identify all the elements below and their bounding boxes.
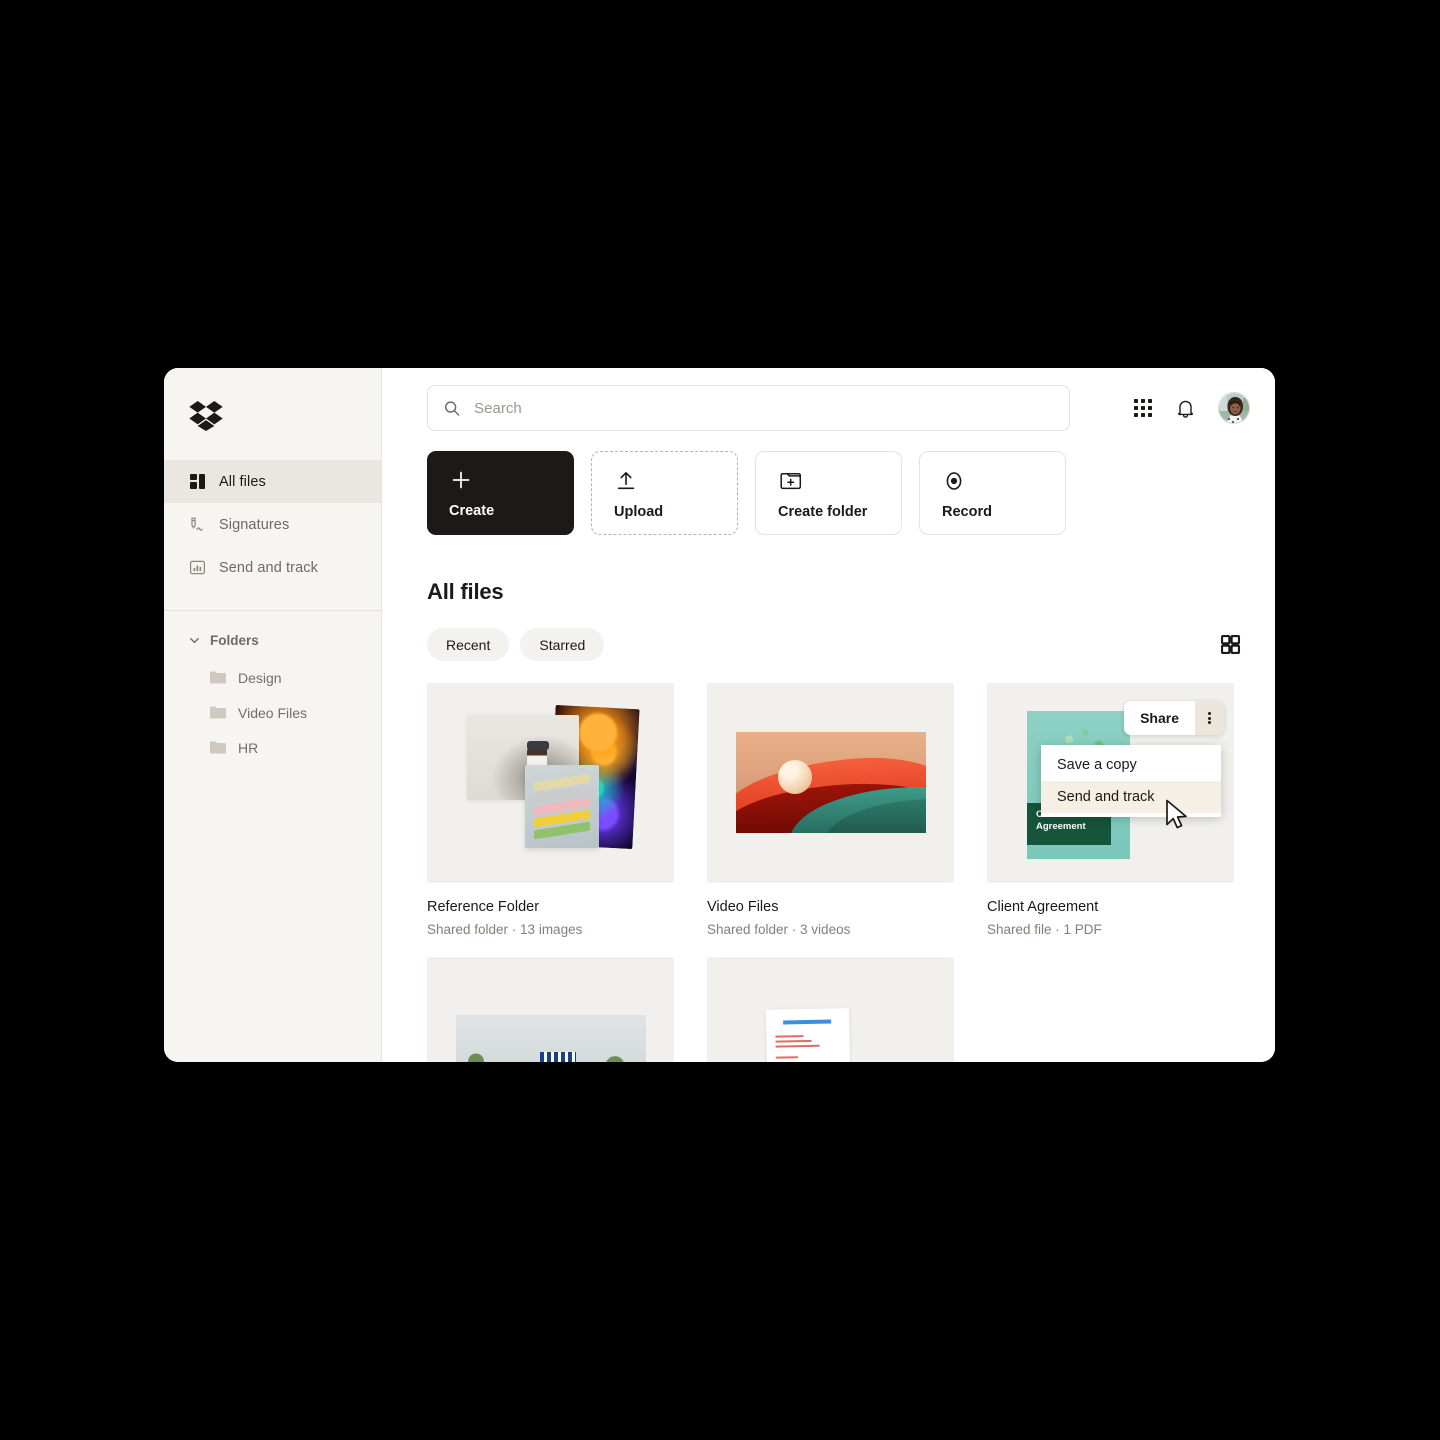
thumbnail-image-stack — [525, 765, 599, 848]
folder-item-label: HR — [238, 739, 259, 756]
folder-item-hr[interactable]: HR — [164, 730, 381, 765]
thumbnail-image-architecture — [456, 1015, 646, 1062]
folders-section-header[interactable]: Folders — [164, 611, 381, 648]
file-grid: Reference Folder Shared folder · 13 imag… — [382, 683, 1275, 1062]
record-circle-icon — [946, 472, 962, 490]
filter-chip-starred[interactable]: Starred — [520, 628, 605, 661]
quick-actions-row: Create Upload Create folder Record — [382, 451, 1275, 535]
send-and-track-chart-icon — [190, 560, 206, 575]
folder-icon — [210, 671, 226, 684]
record-button[interactable]: Record — [919, 451, 1066, 535]
thumbnail-image-abstract-wave — [736, 732, 926, 833]
file-card-document — [707, 957, 954, 1062]
filter-chip-recent[interactable]: Recent — [427, 628, 510, 661]
file-card-meta: Shared folder · 13 images — [427, 922, 583, 937]
folder-item-video-files[interactable]: Video Files — [164, 695, 381, 730]
create-folder-button[interactable]: Create folder — [755, 451, 902, 535]
chevron-down-icon — [190, 638, 199, 644]
sidebar: All files Signatures Send and track Fold… — [164, 368, 382, 1062]
search-icon — [444, 400, 460, 416]
filter-row: Recent Starred — [382, 628, 1275, 661]
record-button-label: Record — [942, 504, 992, 520]
file-card-name[interactable]: Reference Folder — [427, 899, 674, 915]
sidebar-nav: All files Signatures Send and track — [164, 460, 381, 589]
folder-item-design[interactable]: Design — [164, 660, 381, 695]
folder-item-label: Design — [238, 669, 282, 686]
create-folder-button-label: Create folder — [778, 504, 868, 520]
folders-section-title: Folders — [210, 633, 259, 648]
header-actions — [1133, 392, 1250, 424]
file-thumbnail[interactable]: Client Agreement Share — [987, 683, 1234, 883]
file-thumbnail[interactable] — [427, 957, 674, 1062]
folder-list: Design Video Files HR — [164, 660, 381, 765]
grid-view-icon[interactable] — [1221, 635, 1240, 654]
search-input[interactable] — [474, 399, 1053, 417]
bell-icon[interactable] — [1175, 398, 1196, 419]
search-box[interactable] — [427, 385, 1070, 431]
file-card-meta: Shared folder · 3 videos — [707, 922, 851, 937]
grid-apps-icon[interactable] — [1133, 398, 1153, 418]
menu-item-send-and-track[interactable]: Send and track — [1041, 781, 1221, 813]
more-options-button[interactable] — [1195, 701, 1224, 735]
avatar[interactable] — [1218, 392, 1250, 424]
file-card-architecture — [427, 957, 674, 1062]
file-thumbnail[interactable] — [427, 683, 674, 883]
folder-item-label: Video Files — [238, 704, 308, 721]
dropbox-logo-container[interactable] — [164, 368, 381, 446]
folder-icon — [210, 706, 226, 719]
file-thumbnail[interactable] — [707, 957, 954, 1062]
sidebar-item-send-and-track[interactable]: Send and track — [164, 546, 381, 589]
folder-icon — [210, 741, 226, 754]
folder-plus-icon — [780, 473, 802, 490]
file-card-video-files: Video Files Shared folder · 3 videos — [707, 683, 954, 937]
file-card-reference-folder: Reference Folder Shared folder · 13 imag… — [427, 683, 674, 937]
upload-button[interactable]: Upload — [591, 451, 738, 535]
main-content: Create Upload Create folder — [382, 368, 1275, 1062]
share-button[interactable]: Share — [1124, 701, 1195, 735]
sidebar-item-label: Signatures — [219, 516, 290, 533]
more-options-icon — [1208, 712, 1211, 716]
upload-arrow-icon — [617, 472, 635, 490]
avatar-image — [1219, 393, 1249, 423]
create-button[interactable]: Create — [427, 451, 574, 535]
dropbox-logo-icon — [189, 401, 223, 431]
file-card-client-agreement: Client Agreement Share — [987, 683, 1234, 937]
plus-icon — [452, 471, 470, 489]
page-title: All files — [427, 579, 504, 604]
file-thumbnail[interactable] — [707, 683, 954, 883]
sidebar-item-label: All files — [219, 473, 266, 490]
file-card-name[interactable]: Client Agreement — [987, 899, 1234, 915]
share-controls: Share — [1124, 701, 1224, 735]
upload-button-label: Upload — [614, 504, 664, 520]
top-header — [382, 368, 1275, 448]
sidebar-item-label: Send and track — [219, 559, 318, 576]
signature-pen-icon — [191, 517, 203, 531]
create-button-label: Create — [449, 503, 495, 519]
sidebar-item-all-files[interactable]: All files — [164, 460, 381, 503]
menu-item-save-a-copy[interactable]: Save a copy — [1041, 749, 1221, 781]
file-card-name[interactable]: Video Files — [707, 899, 954, 915]
thumbnail-image-document — [765, 1008, 852, 1062]
context-menu: Save a copy Send and track — [1041, 745, 1221, 817]
sidebar-item-signatures[interactable]: Signatures — [164, 503, 381, 546]
file-card-meta: Shared file · 1 PDF — [987, 922, 1102, 937]
all-files-icon — [190, 474, 205, 489]
dropbox-app-window: All files Signatures Send and track Fold… — [164, 368, 1275, 1062]
